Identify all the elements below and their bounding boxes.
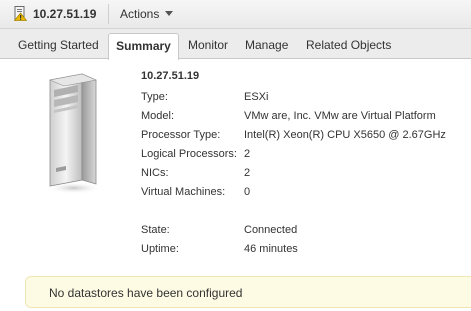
processor-type-value: Intel(R) Xeon(R) CPU X5650 @ 2.67GHz — [244, 129, 446, 141]
host-title: 10.27.51.19 — [33, 7, 97, 21]
logical-processors-label: Logical Processors: — [141, 148, 237, 160]
type-label: Type: — [141, 91, 168, 103]
actions-label: Actions — [120, 7, 160, 21]
title-divider — [108, 4, 109, 24]
tab-monitor[interactable]: Monitor — [188, 38, 228, 52]
state-label: State: — [141, 224, 170, 236]
host-alert-icon — [14, 6, 27, 21]
server-tower-icon — [46, 73, 100, 194]
logical-processors-value: 2 — [244, 148, 251, 160]
tab-bar: Getting Started Monitor Manage Related O… — [0, 29, 471, 59]
tab-summary[interactable]: Summary — [108, 33, 179, 60]
datastore-notice-banner: No datastores have been configured — [25, 276, 471, 308]
virtual-machines-value: 0 — [244, 186, 251, 198]
caret-down-icon — [165, 11, 174, 17]
tab-related-objects[interactable]: Related Objects — [306, 38, 391, 52]
nics-label: NICs: — [141, 167, 169, 179]
model-label: Model: — [141, 110, 175, 122]
processor-type-label: Processor Type: — [141, 129, 221, 141]
nics-value: 2 — [244, 167, 251, 179]
state-value: Connected — [244, 224, 298, 236]
tab-manage[interactable]: Manage — [245, 38, 288, 52]
uptime-value: 46 minutes — [244, 243, 298, 255]
tab-getting-started[interactable]: Getting Started — [18, 38, 99, 52]
model-value: VMw are, Inc. VMw are Virtual Platform — [244, 110, 436, 122]
virtual-machines-label: Virtual Machines: — [141, 186, 226, 198]
actions-menu-button[interactable]: Actions — [120, 7, 174, 21]
type-value: ESXi — [244, 91, 269, 103]
uptime-label: Uptime: — [141, 243, 179, 255]
summary-host-name: 10.27.51.19 — [141, 70, 200, 82]
datastore-notice-text: No datastores have been configured — [49, 286, 243, 300]
object-title-bar: 10.27.51.19 Actions — [0, 0, 471, 29]
